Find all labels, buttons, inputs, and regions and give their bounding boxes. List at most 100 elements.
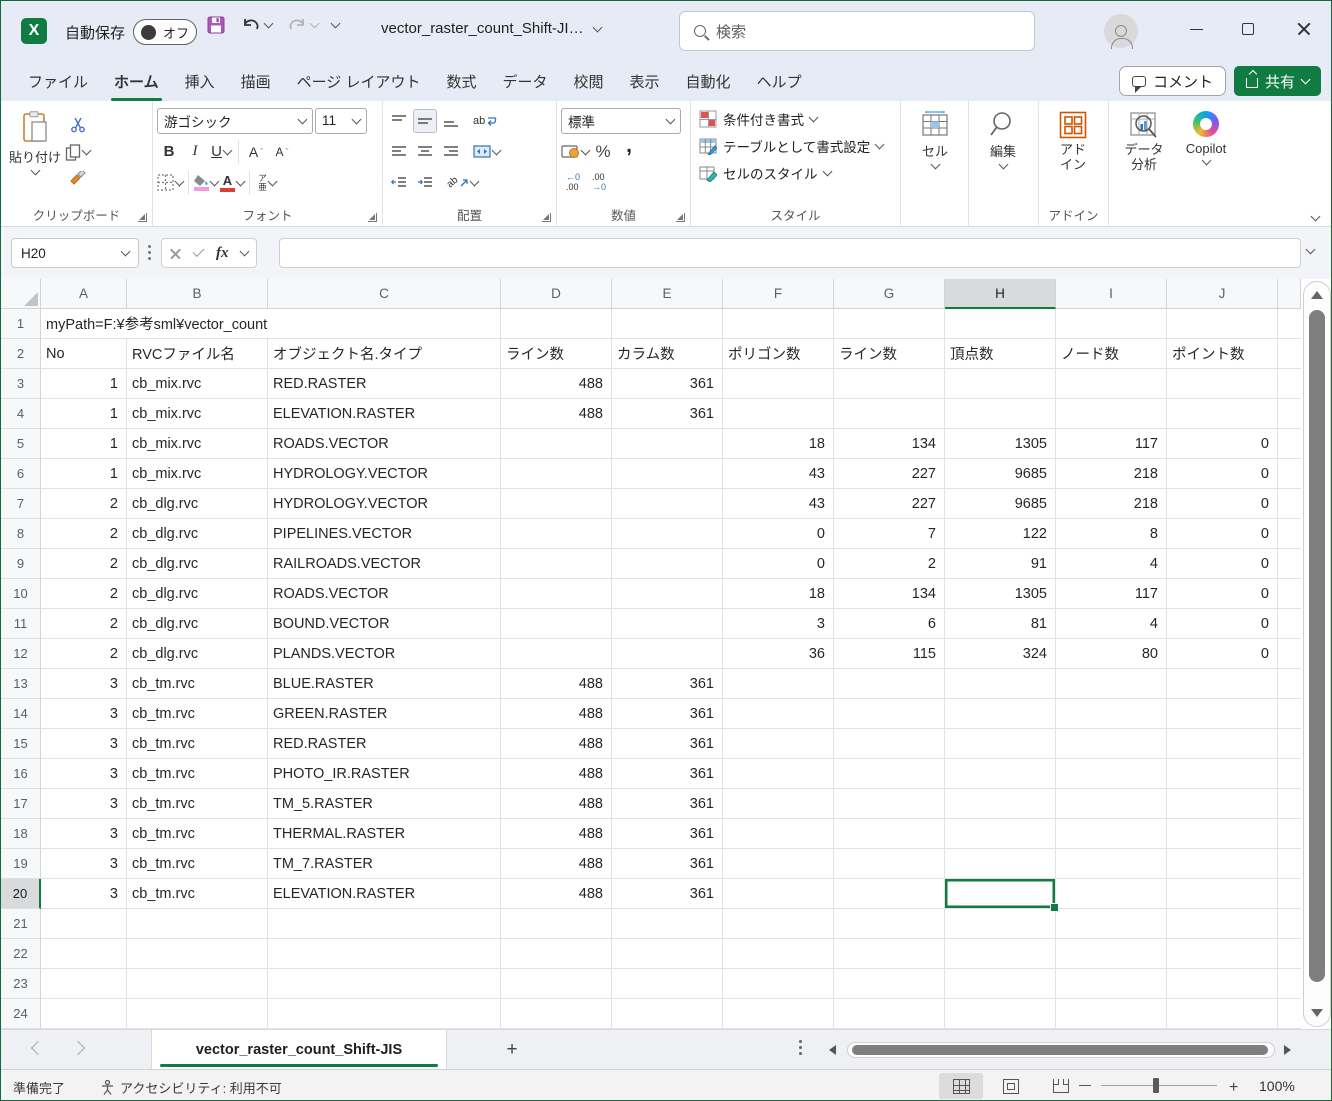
ribbon-collapse-icon[interactable]	[1311, 212, 1321, 222]
row-header-16[interactable]: 16	[1, 759, 41, 789]
font-name-select[interactable]: 游ゴシック	[157, 108, 313, 134]
row-header-2[interactable]: 2	[1, 339, 41, 369]
ribbon-tab-数式[interactable]: 数式	[433, 61, 489, 101]
cell-partial-18[interactable]	[1278, 819, 1301, 849]
cell-C11[interactable]: BOUND.VECTOR	[268, 609, 501, 639]
cell-G1[interactable]	[834, 309, 945, 339]
underline-button[interactable]: U	[209, 140, 233, 164]
cell-partial-15[interactable]	[1278, 729, 1301, 759]
cell-J2[interactable]: ポイント数	[1167, 339, 1278, 369]
comma-button[interactable]: ,	[617, 140, 641, 164]
cells-button[interactable]: セル	[905, 105, 965, 201]
cell-B9[interactable]: cb_dlg.rvc	[127, 549, 268, 579]
grow-font-button[interactable]: Aˆ	[244, 140, 268, 164]
cell-A13[interactable]: 3	[41, 669, 127, 699]
ribbon-tab-表示[interactable]: 表示	[617, 61, 673, 101]
cell-C4[interactable]: ELEVATION.RASTER	[268, 399, 501, 429]
cell-C13[interactable]: BLUE.RASTER	[268, 669, 501, 699]
currency-button[interactable]	[561, 140, 589, 164]
cell-F12[interactable]: 36	[723, 639, 834, 669]
comments-button[interactable]: コメント	[1119, 66, 1226, 96]
cell-G14[interactable]	[834, 699, 945, 729]
shrink-font-button[interactable]: Aˇ	[270, 140, 294, 164]
cell-H14[interactable]	[945, 699, 1056, 729]
cell-partial-16[interactable]	[1278, 759, 1301, 789]
sheet-next-icon[interactable]	[71, 1041, 85, 1055]
cell-styles-button[interactable]: セルのスタイル	[695, 159, 896, 186]
cell-E11[interactable]	[612, 609, 723, 639]
cell-E8[interactable]	[612, 519, 723, 549]
cell-G3[interactable]	[834, 369, 945, 399]
cancel-icon[interactable]	[170, 248, 181, 259]
cell-F23[interactable]	[723, 969, 834, 999]
document-title[interactable]: vector_raster_count_Shift-JI…	[381, 20, 601, 37]
align-bottom-button[interactable]	[439, 109, 463, 133]
cell-D15[interactable]: 488	[501, 729, 612, 759]
formula-bar-grip[interactable]	[148, 245, 151, 260]
cell-B18[interactable]: cb_tm.rvc	[127, 819, 268, 849]
formula-input[interactable]	[279, 238, 1301, 268]
cell-D1[interactable]	[501, 309, 612, 339]
row-header-6[interactable]: 6	[1, 459, 41, 489]
cell-J20[interactable]	[1167, 879, 1278, 909]
redo-button[interactable]	[286, 15, 318, 35]
cell-A15[interactable]: 3	[41, 729, 127, 759]
cell-D10[interactable]	[501, 579, 612, 609]
cell-C19[interactable]: TM_7.RASTER	[268, 849, 501, 879]
cell-A16[interactable]: 3	[41, 759, 127, 789]
row-header-19[interactable]: 19	[1, 849, 41, 879]
autosave-switch[interactable]: オフ	[133, 19, 197, 45]
cell-E1[interactable]	[612, 309, 723, 339]
cell-F5[interactable]: 18	[723, 429, 834, 459]
cell-F24[interactable]	[723, 999, 834, 1029]
cell-G20[interactable]	[834, 879, 945, 909]
cell-F2[interactable]: ポリゴン数	[723, 339, 834, 369]
cell-F11[interactable]: 3	[723, 609, 834, 639]
column-header-J[interactable]: J	[1167, 279, 1278, 309]
cell-F16[interactable]	[723, 759, 834, 789]
column-header-partial[interactable]	[1278, 279, 1301, 309]
cell-C9[interactable]: RAILROADS.VECTOR	[268, 549, 501, 579]
cell-B5[interactable]: cb_mix.rvc	[127, 429, 268, 459]
row-header-5[interactable]: 5	[1, 429, 41, 459]
column-header-A[interactable]: A	[41, 279, 127, 309]
cell-partial-24[interactable]	[1278, 999, 1301, 1029]
cell-B15[interactable]: cb_tm.rvc	[127, 729, 268, 759]
row-header-1[interactable]: 1	[1, 309, 41, 339]
cell-E14[interactable]: 361	[612, 699, 723, 729]
cell-I14[interactable]	[1056, 699, 1167, 729]
cell-F8[interactable]: 0	[723, 519, 834, 549]
cell-B13[interactable]: cb_tm.rvc	[127, 669, 268, 699]
cell-partial-22[interactable]	[1278, 939, 1301, 969]
cell-F21[interactable]	[723, 909, 834, 939]
zoom-out-button[interactable]	[1079, 1085, 1091, 1086]
cell-G5[interactable]: 134	[834, 429, 945, 459]
cell-F9[interactable]: 0	[723, 549, 834, 579]
cell-H8[interactable]: 122	[945, 519, 1056, 549]
cell-J12[interactable]: 0	[1167, 639, 1278, 669]
cell-D8[interactable]	[501, 519, 612, 549]
cell-H5[interactable]: 1305	[945, 429, 1056, 459]
cell-B7[interactable]: cb_dlg.rvc	[127, 489, 268, 519]
cell-B22[interactable]	[127, 939, 268, 969]
fill-color-button[interactable]	[194, 171, 218, 195]
decrease-decimal-button[interactable]: .00 →0	[587, 171, 611, 195]
cell-partial-14[interactable]	[1278, 699, 1301, 729]
cell-B6[interactable]: cb_mix.rvc	[127, 459, 268, 489]
cell-partial-20[interactable]	[1278, 879, 1301, 909]
cell-A14[interactable]: 3	[41, 699, 127, 729]
cell-I23[interactable]	[1056, 969, 1167, 999]
cell-D18[interactable]: 488	[501, 819, 612, 849]
cell-B11[interactable]: cb_dlg.rvc	[127, 609, 268, 639]
cell-J1[interactable]	[1167, 309, 1278, 339]
cell-E3[interactable]: 361	[612, 369, 723, 399]
cell-J16[interactable]	[1167, 759, 1278, 789]
zoom-percent[interactable]: 100%	[1259, 1078, 1295, 1094]
cell-D22[interactable]	[501, 939, 612, 969]
cell-G24[interactable]	[834, 999, 945, 1029]
conditional-format-button[interactable]: 条件付き書式	[695, 105, 896, 132]
cell-I15[interactable]	[1056, 729, 1167, 759]
cell-D21[interactable]	[501, 909, 612, 939]
cell-D16[interactable]: 488	[501, 759, 612, 789]
cell-E16[interactable]: 361	[612, 759, 723, 789]
